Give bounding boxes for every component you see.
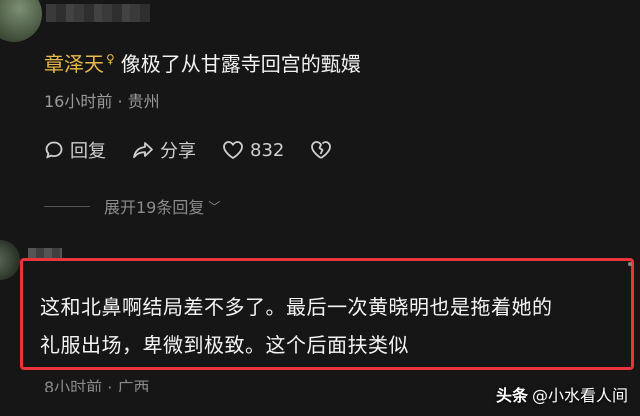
like-button[interactable]: 832 (222, 140, 284, 161)
expand-label: 展开19条回复 (104, 198, 205, 217)
reply-line-1: 这和北鼻啊结局差不多了。最后一次黄晓明也是拖着她的 (40, 295, 553, 319)
comment-line: 章泽天 ♀ 像极了从甘露寺回宫的甄嬛 (44, 48, 361, 77)
highlighted-reply-text: 这和北鼻啊结局差不多了。最后一次黄晓明也是拖着她的 礼服出场，卑微到极致。这个后… (40, 288, 630, 364)
meta-separator: · (117, 92, 123, 111)
watermark-brand: 头条 (495, 386, 528, 405)
reply-label: 回复 (70, 141, 106, 162)
broken-heart-icon (311, 141, 332, 159)
comment-username[interactable]: 章泽天 (44, 52, 104, 76)
dislike-button[interactable] (310, 140, 338, 160)
comment-meta: 16小时前 · 贵州 (44, 88, 160, 112)
watermark: 头条 @小水看人间 (496, 382, 628, 406)
heart-icon (223, 141, 243, 160)
blurred-parent-comment (46, 4, 150, 22)
comment-content: 像极了从甘露寺回宫的甄嬛 (120, 52, 361, 76)
commenter-avatar[interactable] (0, 0, 42, 42)
expand-divider (44, 205, 90, 207)
share-label: 分享 (160, 141, 196, 162)
reply-avatar[interactable] (0, 240, 20, 280)
comment-location: 贵州 (127, 92, 160, 111)
like-count: 832 (250, 139, 285, 161)
more-options-icon[interactable] (628, 262, 632, 266)
reply-line-2: 礼服出场，卑微到极致。这个后面扶类似 (40, 333, 409, 357)
comment-actions: 回复 分享 832 (44, 136, 364, 164)
watermark-account: @小水看人间 (531, 386, 628, 405)
expand-replies[interactable]: 展开19条回复 ﹀ (44, 194, 220, 218)
share-button[interactable]: 分享 (132, 137, 196, 163)
comment-time: 16小时前 (44, 92, 113, 111)
share-icon (133, 142, 153, 159)
reply-button[interactable]: 回复 (44, 137, 106, 163)
reply-icon (45, 141, 63, 159)
fan-badge-icon: ♀ (106, 52, 115, 67)
chevron-down-icon: ﹀ (208, 199, 221, 214)
reply-meta: 8小时前 · 广西 (44, 378, 150, 392)
